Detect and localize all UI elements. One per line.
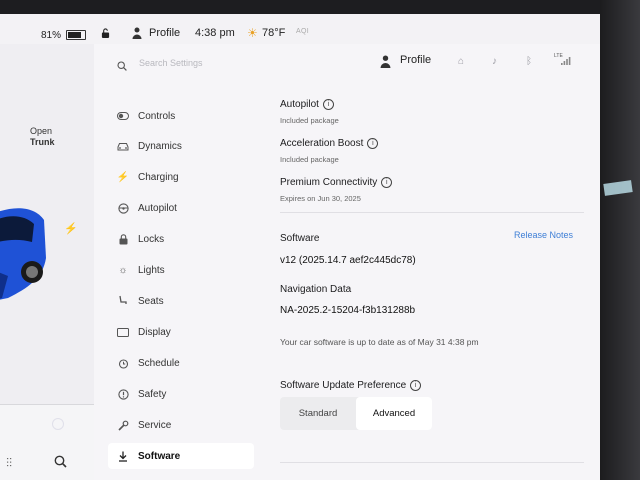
menu-item-service[interactable]: Service	[108, 412, 254, 438]
menu-item-label: Seats	[138, 295, 164, 307]
navigation-data-title: Navigation Data	[280, 284, 352, 295]
left-bottom-panel	[0, 404, 94, 480]
battery-icon	[66, 30, 86, 40]
status-profile-label[interactable]: Profile	[149, 27, 180, 39]
info-icon[interactable]: i	[410, 380, 422, 391]
info-icon[interactable]: i	[367, 138, 379, 149]
lock-icon	[112, 233, 134, 245]
charging-bolt-icon: ⚡	[64, 223, 78, 235]
menu-item-label: Charging	[138, 171, 179, 183]
menu-item-controls[interactable]: Controls	[108, 103, 254, 129]
screen-bezel-top	[0, 0, 640, 14]
menu-item-label: Controls	[138, 110, 176, 122]
search-settings-icon	[117, 61, 127, 71]
software-update-preference-title: Software Update Preference i	[280, 380, 422, 391]
seat-icon	[112, 295, 134, 307]
menu-item-charging[interactable]: ⚡ Charging	[108, 164, 254, 190]
faint-circle-icon	[52, 418, 64, 430]
menu-item-label: Software	[138, 450, 181, 462]
autopilot-title: Autopilot i	[280, 99, 334, 110]
menu-item-display[interactable]: Display	[108, 319, 254, 345]
menu-item-seats[interactable]: Seats	[108, 288, 254, 314]
controls-slider-icon[interactable]: ⫶⫶	[6, 456, 12, 471]
menu-item-label: Service	[138, 419, 172, 431]
update-preference-toggle: Standard Advanced	[280, 397, 432, 430]
alarm-clock-icon	[112, 358, 134, 369]
car-icon	[112, 142, 134, 151]
divider	[280, 462, 584, 463]
search-icon[interactable]	[54, 455, 67, 468]
premium-connectivity-title: Premium Connectivity i	[280, 177, 393, 188]
premium-connectivity-expiry: Expires on Jun 30, 2025	[280, 194, 361, 203]
info-icon[interactable]: i	[322, 99, 334, 110]
acceleration-boost-title: Acceleration Boost i	[280, 138, 379, 149]
menu-item-label: Display	[138, 326, 171, 338]
software-version: v12 (2025.14.7 aef2c445dc78)	[280, 255, 416, 266]
download-icon	[112, 451, 134, 462]
unlock-icon[interactable]	[101, 28, 110, 38]
open-trunk-button[interactable]: Open Trunk	[30, 126, 55, 148]
menu-item-label: Dynamics	[138, 140, 182, 152]
software-up-to-date-text: Your car software is up to date as of Ma…	[280, 337, 479, 347]
navigation-data-version: NA-2025.2-15204-f3b131288b	[280, 305, 416, 316]
menu-item-label: Locks	[138, 233, 165, 245]
acceleration-boost-package: Included package	[280, 155, 339, 164]
toggle-icon	[112, 112, 134, 120]
bolt-icon: ⚡	[116, 171, 130, 183]
warning-icon	[112, 388, 134, 400]
steering-wheel-icon	[112, 202, 134, 214]
menu-item-autopilot[interactable]: Autopilot	[108, 195, 254, 221]
menu-item-dynamics[interactable]: Dynamics	[108, 133, 254, 159]
menu-item-safety[interactable]: Safety	[108, 381, 254, 407]
menu-item-locks[interactable]: Locks	[108, 226, 254, 252]
touchscreen: 81% Profile 4:38 pm ☀ 78°F AQI Open Trun…	[0, 0, 610, 480]
menu-item-lights[interactable]: ☼ Lights	[108, 257, 254, 283]
wrench-icon	[112, 420, 134, 431]
aqi-label: AQI	[296, 28, 309, 35]
profile-icon[interactable]	[132, 27, 142, 39]
release-notes-link[interactable]: Release Notes	[514, 230, 573, 240]
clock: 4:38 pm	[195, 27, 235, 39]
software-title: Software	[280, 233, 320, 244]
menu-item-label: Autopilot	[138, 202, 177, 214]
car-image	[0, 208, 46, 300]
menu-item-schedule[interactable]: Schedule	[108, 350, 254, 376]
divider	[280, 212, 584, 213]
sun-icon: ☼	[118, 264, 128, 276]
menu-item-label: Schedule	[138, 357, 180, 369]
battery-percent: 81%	[41, 30, 62, 41]
menu-item-software[interactable]: Software	[108, 443, 254, 469]
status-bar: 81% Profile 4:38 pm ☀ 78°F AQI	[0, 18, 600, 46]
autopilot-package: Included package	[280, 116, 339, 125]
open-trunk-line1: Open	[30, 126, 53, 136]
standard-option-button[interactable]: Standard	[280, 397, 356, 430]
menu-item-label: Lights	[138, 264, 165, 276]
display-icon	[112, 327, 134, 337]
menu-item-label: Safety	[138, 388, 167, 400]
info-icon[interactable]: i	[381, 177, 393, 188]
advanced-option-button[interactable]: Advanced	[356, 397, 432, 430]
open-trunk-line2: Trunk	[30, 137, 55, 147]
weather-sun-icon: ☀	[247, 26, 258, 40]
software-content: Autopilot i Included package Acceleration…	[280, 44, 590, 480]
screen-bezel-right	[600, 0, 640, 480]
outside-temperature: 78°F	[262, 27, 286, 39]
settings-panel: Profile ⌂ ♪ ᛒ LTE Controls Dynamics ⚡ Ch…	[94, 44, 600, 480]
